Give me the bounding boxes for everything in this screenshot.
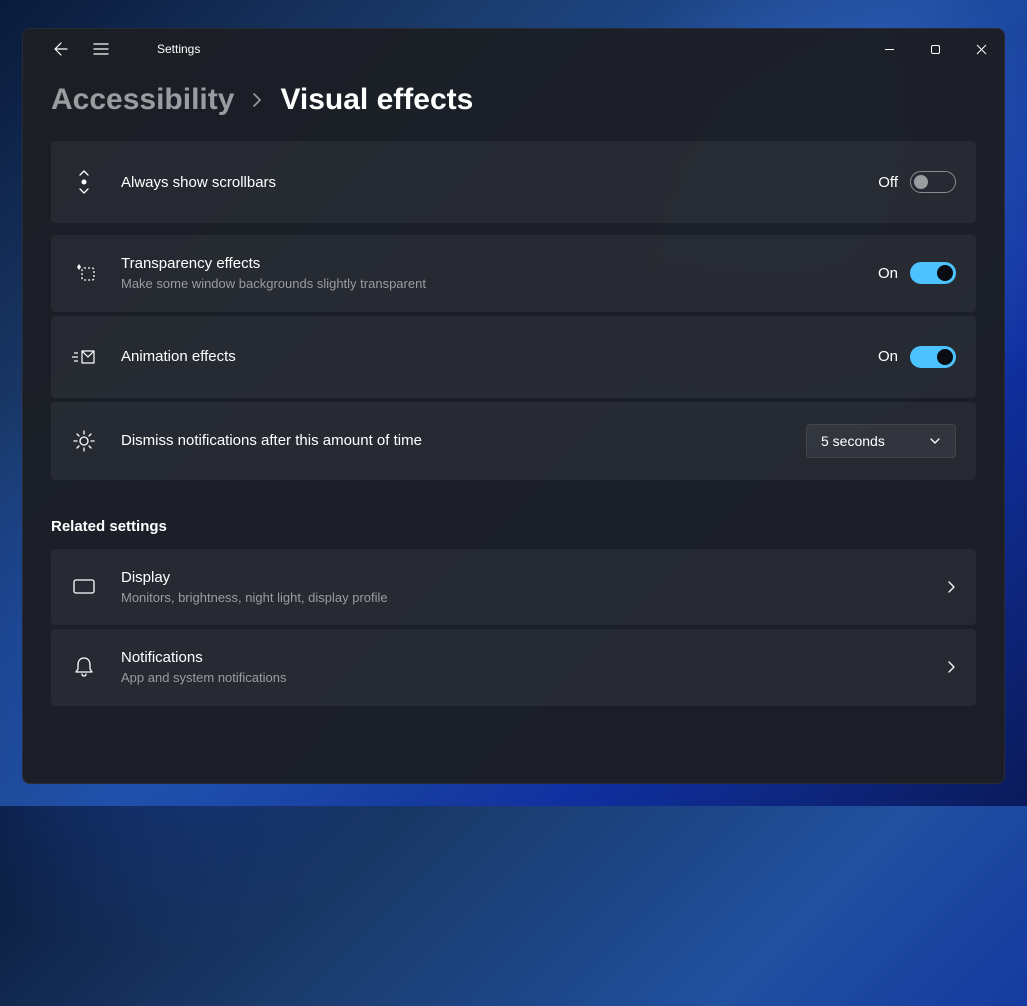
scrollbars-toggle[interactable] bbox=[910, 171, 956, 193]
related-notifications-link[interactable]: Notifications App and system notificatio… bbox=[51, 629, 976, 706]
minimize-button[interactable] bbox=[866, 29, 912, 69]
maximize-icon bbox=[930, 44, 941, 55]
close-button[interactable] bbox=[958, 29, 1004, 69]
back-button[interactable] bbox=[41, 29, 81, 69]
animation-icon bbox=[71, 347, 97, 367]
maximize-button[interactable] bbox=[912, 29, 958, 69]
titlebar: Settings bbox=[23, 29, 1004, 69]
setting-subtitle: App and system notifications bbox=[121, 668, 930, 688]
minimize-icon bbox=[884, 44, 895, 55]
toggle-state-label: On bbox=[878, 265, 898, 282]
hamburger-icon bbox=[93, 42, 109, 56]
transparency-icon bbox=[71, 262, 97, 284]
close-icon bbox=[976, 44, 987, 55]
chevron-right-icon bbox=[946, 580, 956, 594]
setting-title: Transparency effects bbox=[121, 253, 878, 274]
dismiss-time-dropdown[interactable]: 5 seconds bbox=[806, 424, 956, 458]
setting-subtitle: Make some window backgrounds slightly tr… bbox=[121, 274, 878, 294]
bell-icon bbox=[71, 656, 97, 678]
setting-dismiss-notifications: Dismiss notifications after this amount … bbox=[51, 402, 976, 480]
toggle-state-label: Off bbox=[878, 174, 898, 191]
app-title: Settings bbox=[157, 42, 200, 56]
related-display-link[interactable]: Display Monitors, brightness, night ligh… bbox=[51, 549, 976, 626]
setting-scrollbars: Always show scrollbars Off bbox=[51, 141, 976, 223]
chevron-down-icon bbox=[929, 435, 941, 447]
animation-toggle[interactable] bbox=[910, 346, 956, 368]
breadcrumb-separator-icon bbox=[252, 92, 262, 108]
page-title: Visual effects bbox=[280, 83, 473, 117]
setting-title: Notifications bbox=[121, 647, 930, 668]
setting-title: Always show scrollbars bbox=[121, 172, 878, 193]
breadcrumb: Accessibility Visual effects bbox=[51, 83, 976, 117]
setting-transparency: Transparency effects Make some window ba… bbox=[51, 235, 976, 312]
scrollbar-icon bbox=[71, 169, 97, 195]
setting-animation: Animation effects On bbox=[51, 316, 976, 398]
related-settings-header: Related settings bbox=[51, 518, 976, 535]
toggle-state-label: On bbox=[878, 348, 898, 365]
transparency-toggle[interactable] bbox=[910, 262, 956, 284]
breadcrumb-parent-link[interactable]: Accessibility bbox=[51, 83, 234, 117]
setting-subtitle: Monitors, brightness, night light, displ… bbox=[121, 588, 930, 608]
back-arrow-icon bbox=[53, 41, 69, 57]
setting-title: Animation effects bbox=[121, 346, 878, 367]
chevron-right-icon bbox=[946, 660, 956, 674]
brightness-icon bbox=[71, 429, 97, 453]
dropdown-selected-value: 5 seconds bbox=[821, 433, 885, 449]
display-icon bbox=[71, 578, 97, 596]
navigation-menu-button[interactable] bbox=[81, 29, 121, 69]
setting-title: Display bbox=[121, 567, 930, 588]
settings-window: Settings Accessibility bbox=[22, 28, 1005, 784]
content-area: Accessibility Visual effects Always show… bbox=[23, 69, 1004, 783]
setting-title: Dismiss notifications after this amount … bbox=[121, 430, 806, 451]
